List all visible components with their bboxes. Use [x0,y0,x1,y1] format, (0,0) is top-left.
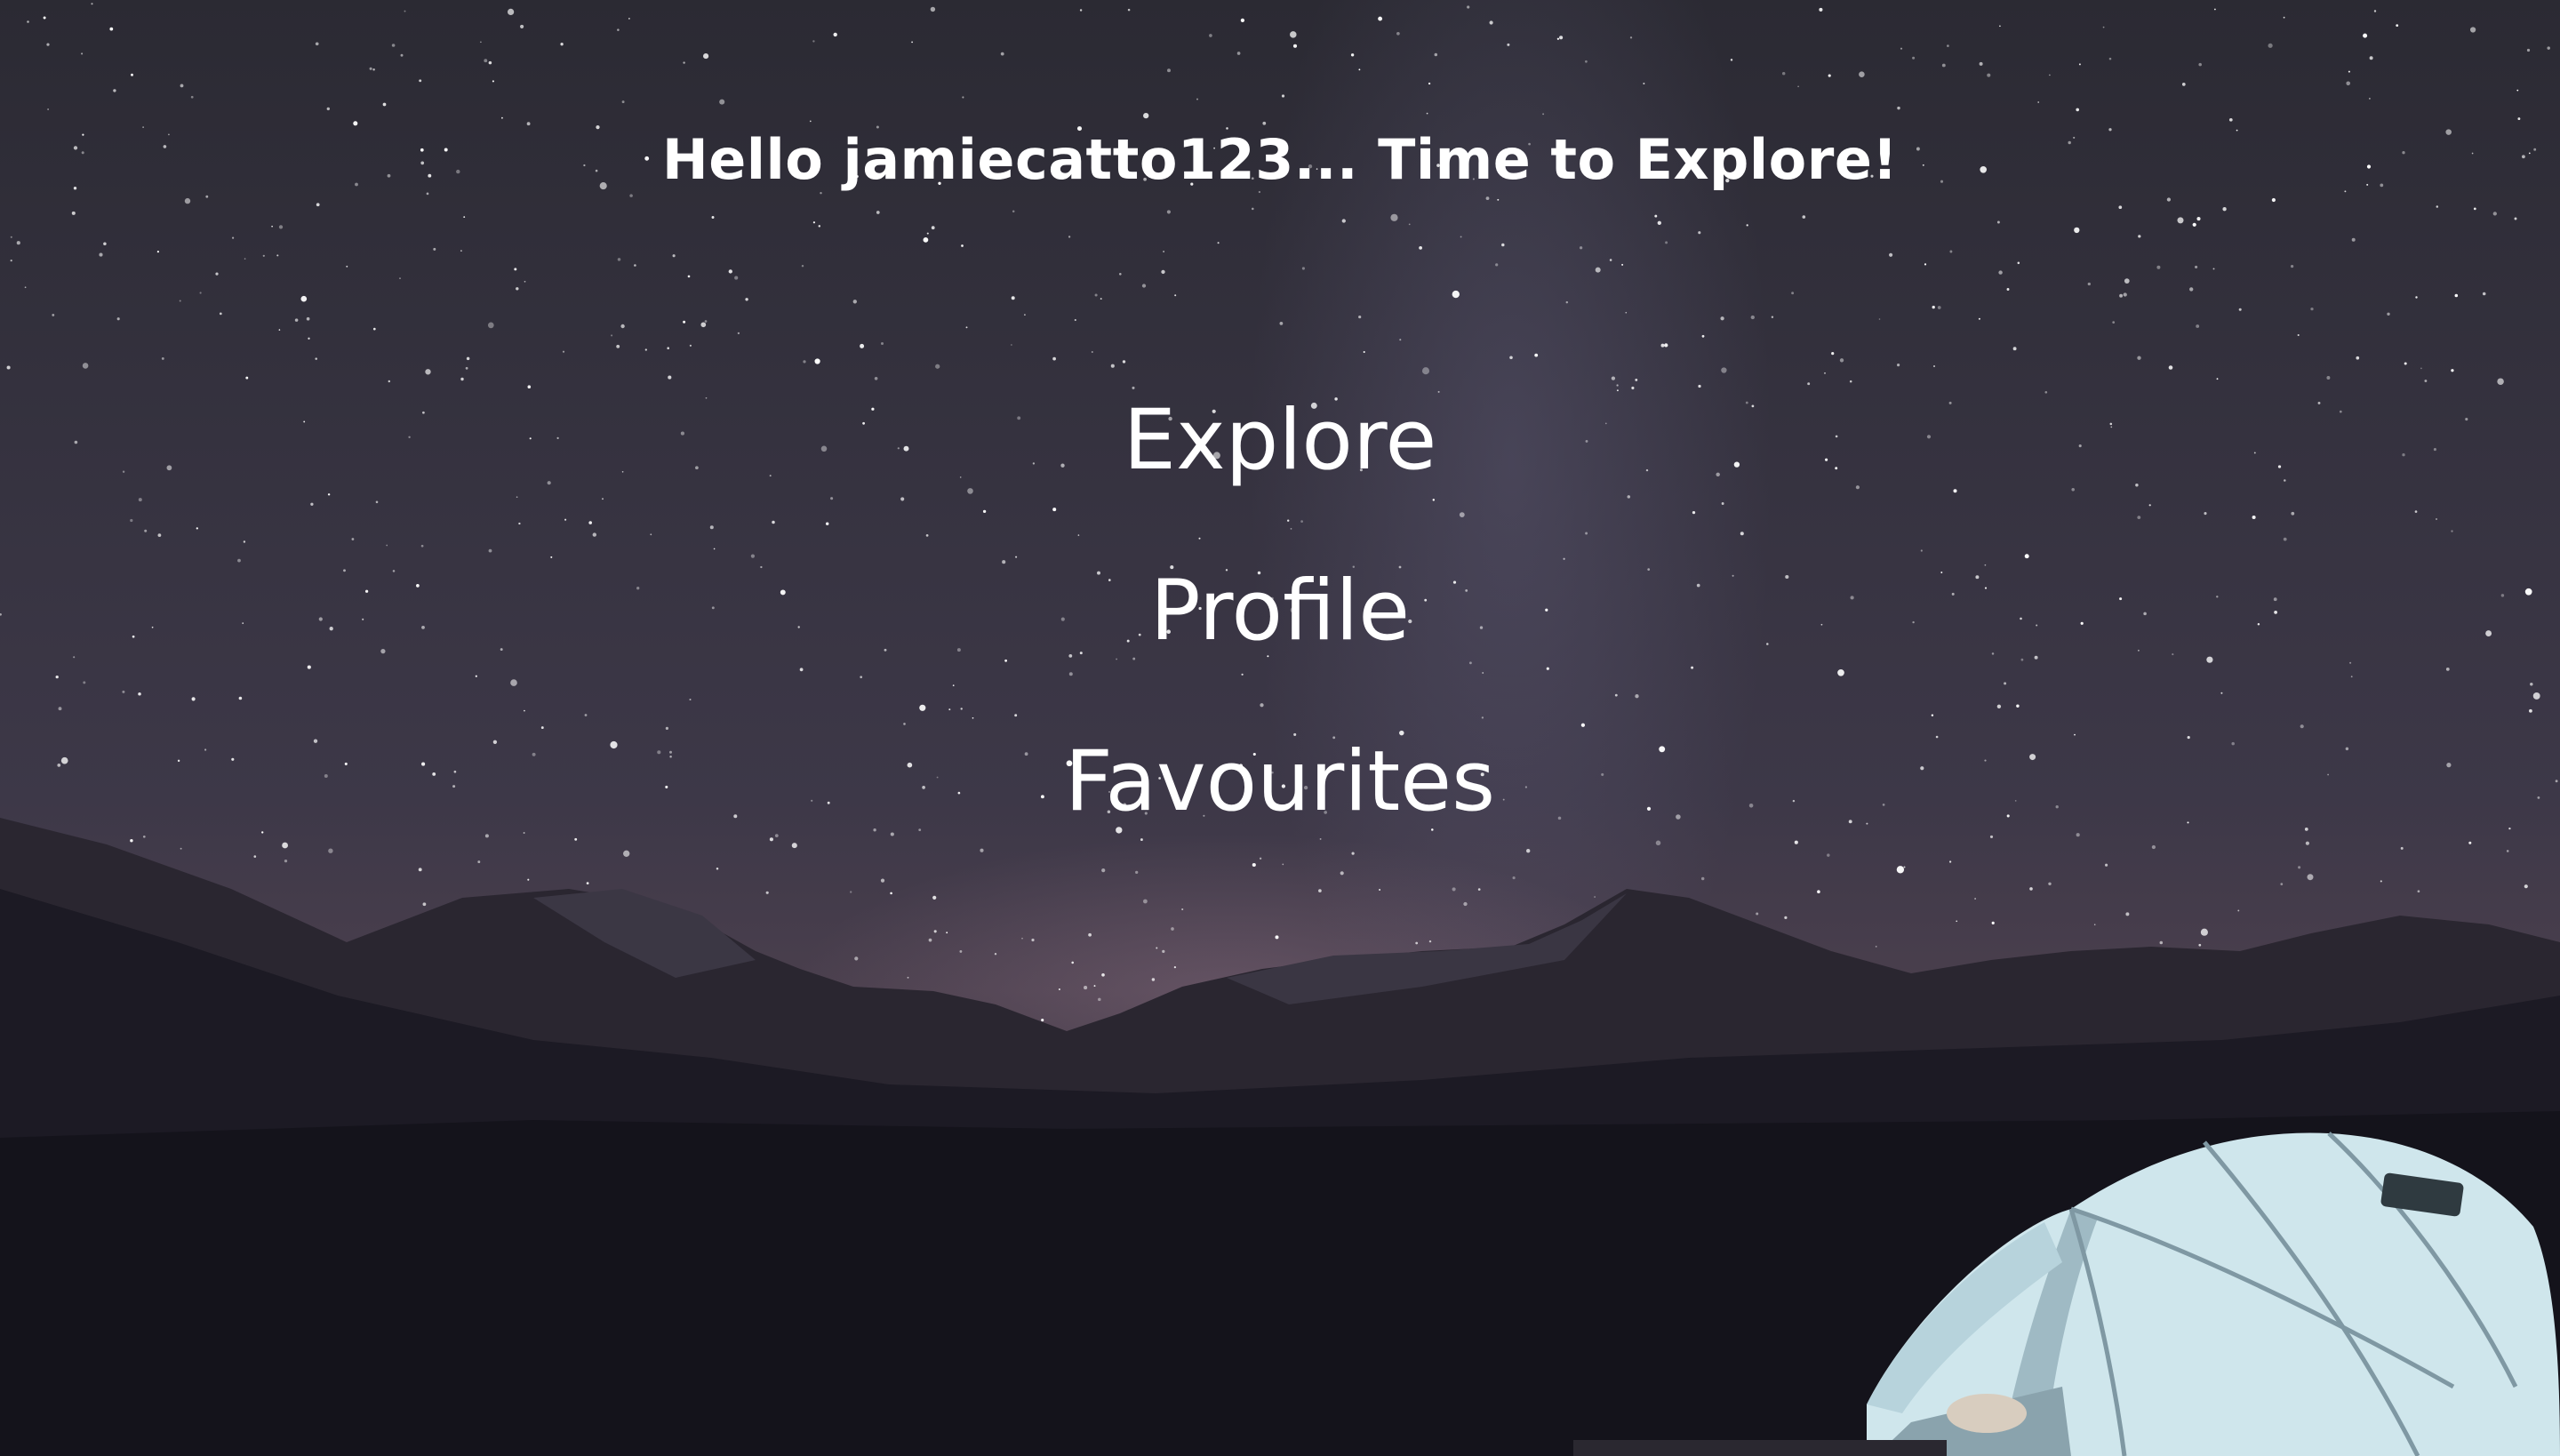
app-screen: Hello jamiecatto123... Time to Explore! … [0,0,2560,1456]
main-menu: Explore Profile Favourites [0,356,2560,868]
menu-item-favourites[interactable]: Favourites [0,697,2560,868]
menu-item-explore[interactable]: Explore [0,356,2560,526]
menu-item-profile[interactable]: Profile [0,526,2560,697]
greeting-title: Hello jamiecatto123... Time to Explore! [661,127,1899,192]
